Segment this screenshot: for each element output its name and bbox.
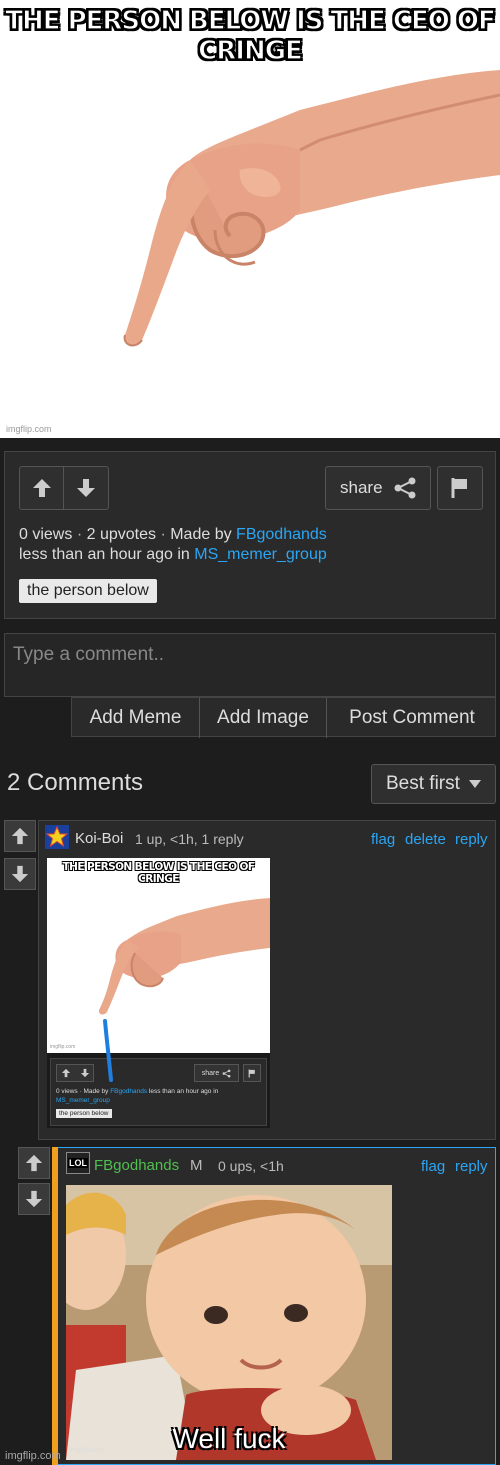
pointing-hand-illustration: [123, 70, 500, 347]
reply-link[interactable]: reply: [455, 1158, 488, 1175]
star-icon: [45, 825, 69, 848]
vote-button-group: [19, 466, 109, 510]
up-arrow-icon: [32, 479, 51, 497]
comment-body: Koi-Boi 1 up, <1h, 1 reply flag delete r…: [38, 820, 496, 1140]
add-meme-button[interactable]: Add Meme: [72, 698, 200, 738]
comment-meta: 1 up, <1h, 1 reply: [135, 831, 244, 847]
reply-image[interactable]: Well fuck imgflip.com: [66, 1185, 392, 1460]
avatar[interactable]: [45, 825, 69, 849]
author-link[interactable]: FBgodhands: [236, 526, 327, 543]
cartoon-baby-illustration: [66, 1185, 392, 1460]
reply-downvote-button[interactable]: [18, 1183, 50, 1215]
flag-link[interactable]: flag: [421, 1158, 445, 1175]
comment-username[interactable]: Koi-Boi: [75, 830, 123, 847]
sort-dropdown[interactable]: Best first: [371, 764, 496, 804]
add-image-button[interactable]: Add Image: [200, 698, 327, 738]
delete-link[interactable]: delete: [405, 831, 446, 848]
comment-placeholder: Type a comment..: [13, 644, 165, 665]
separator-dot: ·: [76, 526, 83, 543]
share-icon: [394, 477, 416, 499]
meme-image: THE PERSON BELOW IS THE CEO OF CRINGE im…: [0, 0, 500, 438]
views-count: 0 views: [19, 526, 73, 543]
caret-down-icon: [468, 780, 481, 788]
post-stats-line: 0 views · 2 upvotes · Made by FBgodhands: [19, 526, 327, 544]
up-arrow-icon: [25, 1154, 43, 1172]
drawn-line-annotation: [103, 1019, 113, 1082]
post-comment-button[interactable]: Post Comment: [327, 698, 497, 738]
comment-item: Koi-Boi 1 up, <1h, 1 reply flag delete r…: [4, 820, 496, 1140]
comment-input[interactable]: Type a comment..: [4, 633, 496, 697]
downvote-button[interactable]: [64, 467, 108, 509]
reply-image-caption: Well fuck: [172, 1423, 286, 1454]
flag-icon: [451, 478, 467, 498]
comment-image[interactable]: THE PERSON BELOW IS THE CEO OF CRINGE im…: [47, 858, 270, 1128]
reply-image-watermark: imgflip.com: [69, 1447, 105, 1454]
footer-watermark: imgflip.com: [5, 1450, 61, 1462]
up-arrow-icon: [11, 827, 29, 845]
separator-dot: ·: [160, 526, 166, 543]
upvote-button[interactable]: [20, 467, 64, 509]
reply-item: LOL FBgodhands M 0 ups, <1h flag reply W…: [18, 1147, 496, 1465]
reply-upvote-button[interactable]: [18, 1147, 50, 1179]
sort-label: Best first: [386, 773, 460, 794]
time-label: less than an hour ago in: [19, 546, 190, 563]
post-tag[interactable]: the person below: [19, 579, 157, 603]
lol-icon: LOL: [68, 1158, 88, 1168]
meme-watermark: imgflip.com: [6, 424, 52, 434]
avatar[interactable]: LOL: [66, 1152, 90, 1174]
reply-username[interactable]: FBgodhands: [94, 1157, 179, 1174]
share-button[interactable]: share: [325, 466, 431, 510]
comment-downvote-button[interactable]: [4, 858, 36, 890]
upvote-count: 2 upvotes: [86, 526, 156, 543]
reply-body: LOL FBgodhands M 0 ups, <1h flag reply W…: [58, 1147, 496, 1465]
comments-count: 2 Comments: [7, 769, 144, 796]
flag-link[interactable]: flag: [371, 831, 395, 848]
reply-link[interactable]: reply: [455, 831, 488, 848]
post-info-panel: share 0 views · 2 upvotes · Made by FBgo…: [4, 451, 496, 619]
flag-button[interactable]: [437, 466, 483, 510]
group-link[interactable]: MS_memer_group: [194, 546, 327, 563]
share-label: share: [340, 478, 383, 497]
comment-actions-bar: Add Meme Add Image Post Comment: [71, 697, 497, 738]
down-arrow-icon: [11, 865, 29, 883]
down-arrow-icon: [77, 479, 95, 497]
down-arrow-icon: [25, 1190, 43, 1208]
made-by-label: Made by: [170, 526, 232, 543]
mod-badge: M: [190, 1157, 203, 1174]
comment-upvote-button[interactable]: [4, 820, 36, 852]
reply-meta: 0 ups, <1h: [218, 1158, 284, 1174]
post-time-line: less than an hour ago in MS_memer_group: [19, 546, 327, 564]
